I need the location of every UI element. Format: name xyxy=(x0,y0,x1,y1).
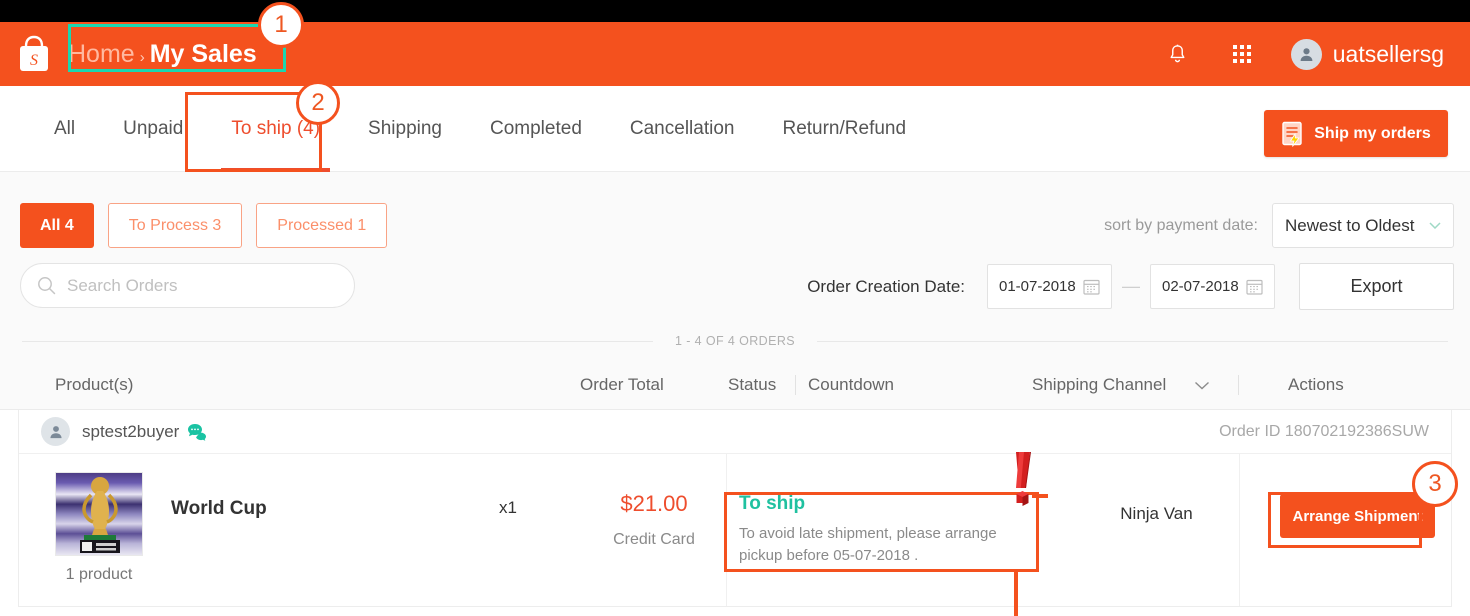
order-creation-date-label: Order Creation Date: xyxy=(807,276,965,296)
tab-all[interactable]: All xyxy=(30,86,99,172)
product-image[interactable] xyxy=(55,472,143,556)
bell-icon xyxy=(1170,44,1185,63)
tab-active-underline xyxy=(221,167,331,172)
divider-line-left xyxy=(22,340,653,342)
chip-processed[interactable]: Processed 1 xyxy=(256,203,388,248)
order-id: Order ID 180702192386SUW xyxy=(1219,422,1429,440)
payment-method: Credit Card xyxy=(613,531,695,548)
document-lightning-icon xyxy=(1282,121,1302,147)
shopee-logo[interactable]: S xyxy=(0,35,68,73)
top-black-strip xyxy=(0,0,1470,22)
tab-return-refund[interactable]: Return/Refund xyxy=(758,86,930,172)
order-body: 1 product World Cup x1 $21.00 Credit Car… xyxy=(19,454,1451,606)
sort-select[interactable]: Newest to Oldest xyxy=(1272,203,1454,248)
date-to-input[interactable]: 02-07-2018 xyxy=(1150,264,1275,309)
tab-to-ship[interactable]: To ship (4) xyxy=(207,86,344,172)
calendar-icon xyxy=(1246,279,1263,295)
date-to-value: 02-07-2018 xyxy=(1162,278,1239,295)
search-input[interactable] xyxy=(67,275,338,296)
chevron-down-icon xyxy=(1429,222,1441,229)
buyer-info: sptest2buyer xyxy=(41,417,209,446)
tab-completed[interactable]: Completed xyxy=(466,86,606,172)
username-label: uatsellersg xyxy=(1332,40,1444,67)
date-from-input[interactable]: 01-07-2018 xyxy=(987,264,1112,309)
chip-all[interactable]: All 4 xyxy=(20,203,94,248)
breadcrumb-current: My Sales xyxy=(149,39,257,68)
order-status-tabs: All Unpaid To ship (4) Shipping Complete… xyxy=(0,86,1470,172)
order-row: sptest2buyer Order ID 180702192386SUW 1 … xyxy=(18,410,1452,607)
avatar xyxy=(1290,38,1322,70)
product-name[interactable]: World Cup xyxy=(171,472,267,606)
app-header: S Home › My Sales uatsellersg xyxy=(0,22,1470,86)
column-products: Product(s) xyxy=(55,375,134,394)
chat-bubble-icon[interactable] xyxy=(187,423,209,441)
product-count: 1 product xyxy=(65,566,133,583)
tab-list: All Unpaid To ship (4) Shipping Complete… xyxy=(0,86,930,172)
header-actions: uatsellersg xyxy=(1163,38,1470,70)
shopee-bag-logo-icon: S xyxy=(20,35,48,71)
product-thumbnail-wrap: 1 product xyxy=(55,472,143,606)
column-countdown: Countdown xyxy=(808,375,895,394)
arrange-shipment-button[interactable]: Arrange Shipment xyxy=(1280,494,1435,538)
actions-cell: Arrange Shipment xyxy=(1264,454,1451,606)
column-shipping-channel-label: Shipping Channel xyxy=(1032,375,1167,394)
column-divider xyxy=(1238,375,1239,395)
orders-table-header: Product(s) Order Total Status Countdown … xyxy=(0,360,1470,410)
person-icon xyxy=(1300,47,1313,61)
svg-text:S: S xyxy=(30,52,38,69)
buyer-name[interactable]: sptest2buyer xyxy=(82,422,179,442)
breadcrumb: Home › My Sales xyxy=(68,40,257,69)
order-header: sptest2buyer Order ID 180702192386SUW xyxy=(19,410,1451,454)
cell-divider xyxy=(726,454,727,606)
status-badge: To ship xyxy=(739,493,806,514)
quantity-cell: x1 xyxy=(499,498,517,517)
sort-label: sort by payment date: xyxy=(1104,216,1258,234)
cell-divider xyxy=(1239,454,1240,606)
orders-toolbar: All 4 To Process 3 Processed 1 sort by p… xyxy=(0,172,1470,322)
column-order-total: Order Total xyxy=(580,375,664,394)
status-cell: To ship To avoid late shipment, please a… xyxy=(729,454,1049,606)
world-cup-trophy-icon xyxy=(80,477,120,553)
search-orders-box[interactable] xyxy=(20,263,355,308)
export-button[interactable]: Export xyxy=(1299,263,1454,310)
orders-count-text: 1 - 4 OF 4 ORDERS xyxy=(674,334,796,348)
apps-button[interactable] xyxy=(1227,39,1257,69)
apps-grid-icon xyxy=(1232,45,1251,63)
column-status: Status xyxy=(728,375,777,394)
column-actions: Actions xyxy=(1288,375,1344,394)
date-range-separator: — xyxy=(1122,276,1140,296)
column-divider xyxy=(795,375,796,395)
calendar-icon xyxy=(1083,279,1100,295)
sort-control: sort by payment date: Newest to Oldest xyxy=(1104,203,1454,248)
divider-line-right xyxy=(817,340,1448,342)
order-price: $21.00 xyxy=(620,491,688,516)
tab-shipping[interactable]: Shipping xyxy=(344,86,466,172)
tab-unpaid[interactable]: Unpaid xyxy=(99,86,207,172)
sort-selected-value: Newest to Oldest xyxy=(1285,215,1415,235)
page-root: S Home › My Sales uatsellersg All Unpaid… xyxy=(0,0,1470,616)
breadcrumb-separator-icon: › xyxy=(139,48,145,66)
breadcrumb-home[interactable]: Home xyxy=(68,40,135,69)
user-menu[interactable]: uatsellersg xyxy=(1290,38,1444,70)
tab-cancellation[interactable]: Cancellation xyxy=(606,86,759,172)
buyer-avatar xyxy=(41,417,70,446)
tab-to-ship-label: To ship (4) xyxy=(231,117,321,139)
orders-count-divider: 1 - 4 OF 4 ORDERS xyxy=(0,322,1470,360)
status-note: To avoid late shipment, please arrange p… xyxy=(739,525,997,564)
process-filter-chips: All 4 To Process 3 Processed 1 xyxy=(20,203,388,248)
date-from-value: 01-07-2018 xyxy=(999,278,1076,295)
chevron-down-icon xyxy=(1195,381,1210,389)
search-icon xyxy=(38,277,56,295)
product-cell: 1 product World Cup xyxy=(19,454,499,606)
order-total-cell: $21.00 Credit Card xyxy=(579,454,729,606)
shipping-channel-cell: Ninja Van xyxy=(1120,504,1193,523)
ship-my-orders-label: Ship my orders xyxy=(1314,124,1431,142)
ship-my-orders-button[interactable]: Ship my orders xyxy=(1264,110,1448,157)
column-shipping-channel[interactable]: Shipping Channel xyxy=(1032,360,1210,410)
date-filter-row: Order Creation Date: 01-07-2018 — 02-07-… xyxy=(807,263,1454,310)
notification-button[interactable] xyxy=(1163,39,1193,69)
chip-to-process[interactable]: To Process 3 xyxy=(107,203,243,248)
person-icon xyxy=(49,425,62,438)
